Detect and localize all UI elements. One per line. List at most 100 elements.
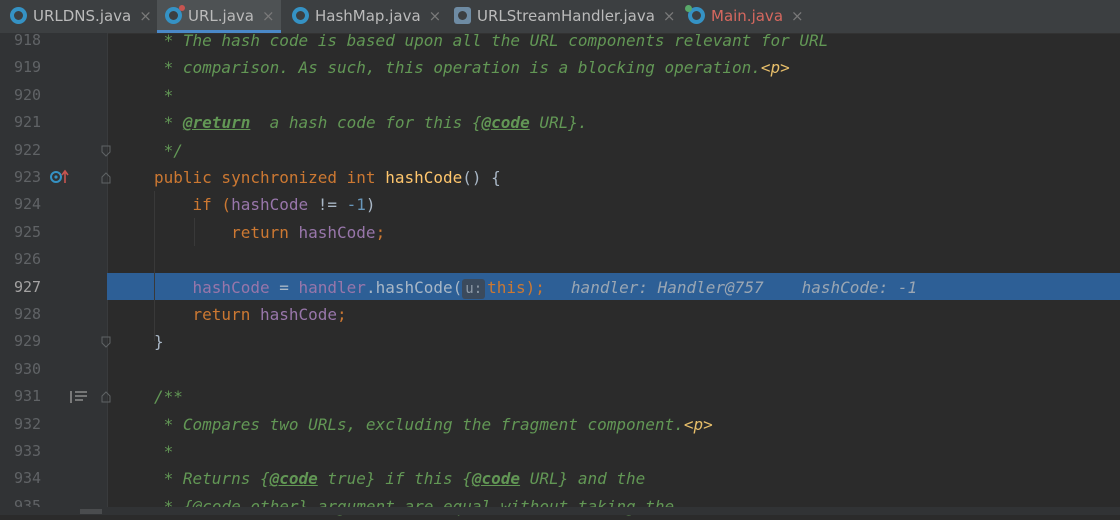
code-punct: } <box>154 332 164 352</box>
code-content: * Returns {@code true} if this {@code UR… <box>154 465 646 492</box>
line-number: 926 <box>14 250 42 269</box>
overrides-method-icon[interactable] <box>50 169 69 183</box>
line-number: 925 <box>14 222 42 241</box>
code-content: * Compares two URLs, excluding the fragm… <box>154 411 713 438</box>
javadoc-text: * <box>154 113 183 133</box>
keyword: public synchronized int <box>154 168 386 187</box>
line-number: 921 <box>14 113 42 132</box>
keyword: this <box>487 277 526 297</box>
line-number: 922 <box>14 140 42 159</box>
code-content: * @return a hash code for this {@code UR… <box>154 109 588 136</box>
line-number: 920 <box>14 85 42 104</box>
javadoc-tag[interactable]: @return <box>183 113 250 132</box>
code-content: hashCode = handler.hashCode(u: this); hand… <box>154 274 917 301</box>
java-class-icon <box>685 5 705 24</box>
field-ref[interactable]: hashCode <box>193 278 270 297</box>
java-class-icon <box>292 7 309 24</box>
code-punct: () { <box>462 168 501 187</box>
javadoc-text: * Compares two URLs, excluding the fragm… <box>154 414 684 434</box>
javadoc-text: * Returns { <box>154 469 270 489</box>
html-tag: <p> <box>760 58 790 78</box>
line-number: 927 <box>14 277 42 296</box>
line-number: 933 <box>14 442 42 460</box>
field-ref[interactable]: handler <box>299 278 366 297</box>
code-line-920: 920 * <box>0 82 1120 109</box>
code-content: return hashCode; <box>154 219 385 246</box>
code-line-933: 933 * <box>0 438 1120 465</box>
field-ref[interactable]: hashCode <box>260 305 337 324</box>
code-line-922: 922 */ <box>0 137 1120 164</box>
line-number: 932 <box>14 414 42 433</box>
line-number: 931 <box>14 387 42 406</box>
tab-label: URLDNS.java <box>33 7 132 25</box>
debug-inline-value[interactable]: hashCode: -1 <box>802 278 918 297</box>
line-number: 934 <box>14 469 42 488</box>
java-class-icon <box>165 5 185 24</box>
code-line-931: 931 /** <box>0 383 1120 410</box>
keyword: return <box>154 305 260 324</box>
line-number: 928 <box>14 305 42 323</box>
keyword: return <box>154 222 299 242</box>
code-content: public synchronized int hashCode() { <box>154 164 501 191</box>
javadoc-tag[interactable]: @code <box>482 113 530 132</box>
code-line-919: 919 * comparison. As such, this operatio… <box>0 54 1120 81</box>
code-line-923: 923 public synchronized int hashCode() { <box>0 164 1120 191</box>
method-name[interactable]: hashCode <box>385 168 462 187</box>
javadoc-tag[interactable]: @code <box>472 469 520 488</box>
line-number: 930 <box>14 359 42 378</box>
line-number: 918 <box>14 31 42 49</box>
tab-label: Main.java <box>711 7 784 25</box>
html-tag: <p> <box>683 414 713 434</box>
javadoc-text: * <box>154 442 174 461</box>
horizontal-scrollbar[interactable] <box>0 507 1120 515</box>
operator: != <box>308 195 347 215</box>
keyword: if ( <box>154 195 232 215</box>
scrollbar-thumb[interactable] <box>80 509 102 514</box>
method-call[interactable]: .hashCode( <box>366 278 462 297</box>
javadoc-text: URL}. <box>529 113 588 133</box>
line-number: 923 <box>14 168 42 186</box>
javadoc-text: true} if this { <box>317 469 472 489</box>
render-doc-icon[interactable] <box>70 389 88 405</box>
fold-start-icon[interactable] <box>100 391 112 403</box>
code-line-932: 932 * Compares two URLs, excluding the f… <box>0 411 1120 438</box>
tab-label: URL.java <box>188 7 254 25</box>
fold-end-icon[interactable] <box>100 145 112 157</box>
code-punct: ; <box>337 305 347 324</box>
code-punct: ); <box>525 277 545 297</box>
operator: = <box>269 277 299 297</box>
code-content: if (hashCode != -1) <box>154 191 376 218</box>
field-ref[interactable]: hashCode <box>299 223 376 242</box>
java-class-icon <box>10 7 27 24</box>
tab-label: URLStreamHandler.java <box>477 7 655 25</box>
code-content: return hashCode; <box>154 301 347 328</box>
javadoc-text: * <box>154 85 174 105</box>
code-line-928: 928 return hashCode; <box>0 301 1120 328</box>
debug-inline-value[interactable]: handler: Handler@757 <box>571 278 764 297</box>
code-line-934: 934 * Returns {@code true} if this {@cod… <box>0 465 1120 492</box>
field-ref[interactable]: hashCode <box>231 195 308 214</box>
number-literal: -1 <box>346 195 366 215</box>
javadoc-tag[interactable]: @code <box>270 469 318 488</box>
javadoc-text: */ <box>154 140 183 160</box>
code-line-925: 925 return hashCode; <box>0 219 1120 246</box>
code-line-921: 921 * @return a hash code for this {@cod… <box>0 109 1120 136</box>
parameter-hint: u: <box>462 278 486 299</box>
code-line-927: 927 hashCode = handler.hashCode(u: this);… <box>0 274 1120 301</box>
fold-end-icon[interactable] <box>100 336 112 349</box>
code-punct: ) <box>365 195 376 215</box>
javadoc-text: URL} and the <box>520 469 646 489</box>
code-line-926: 926 <box>0 246 1120 273</box>
code-line-930: 930 <box>0 356 1120 383</box>
line-number: 919 <box>14 58 42 77</box>
tab-label: HashMap.java <box>315 7 421 25</box>
code-line-924: 924 if (hashCode != -1) <box>0 191 1120 218</box>
line-number: 929 <box>14 332 42 351</box>
code-content: * comparison. As such, this operation is… <box>154 54 790 81</box>
code-line-929: 929 } <box>0 328 1120 355</box>
line-number: 924 <box>14 195 42 214</box>
javadoc-text: /** <box>154 387 183 407</box>
fold-start-icon[interactable] <box>100 172 112 184</box>
javadoc-text: * comparison. As such, this operation is… <box>154 58 761 78</box>
code-line-918: 918 * The hash code is based upon all th… <box>0 27 1120 54</box>
